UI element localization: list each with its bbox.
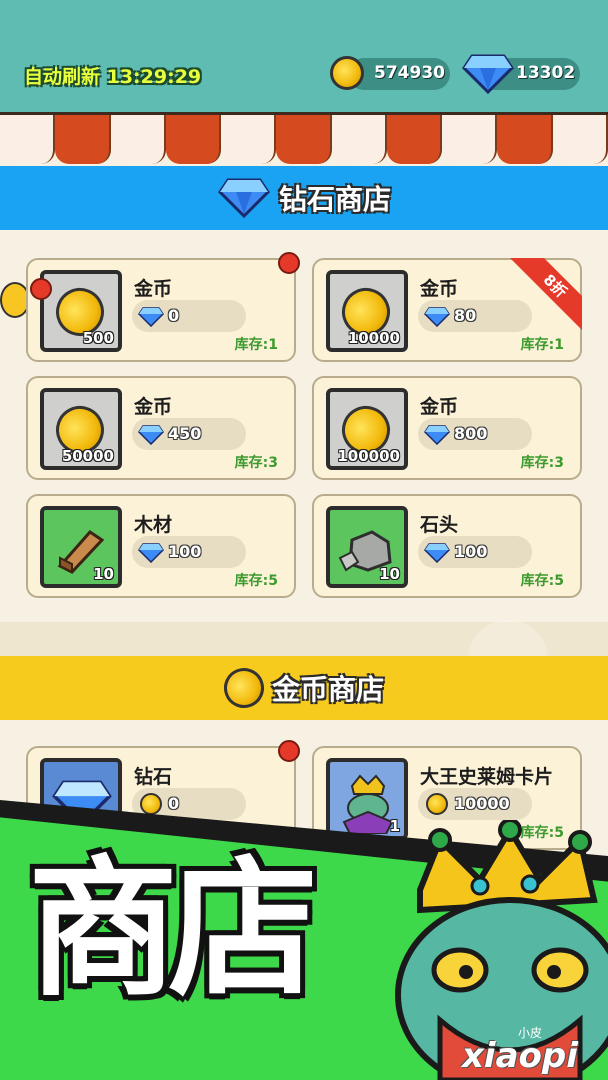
diamond-shop-title: 钻石商店 [278, 183, 391, 216]
item-thumbnail: 50000 [40, 388, 122, 470]
item-name: 金币 [420, 396, 459, 418]
item-thumbnail: 10 [40, 506, 122, 588]
diamond-icon [462, 54, 514, 94]
notification-dot [30, 278, 52, 300]
coin-shop-title: 金币商店 [271, 673, 384, 706]
diamond-icon [218, 178, 270, 218]
price-value: 800 [454, 424, 488, 443]
item-stock: 库存:3 [520, 455, 564, 471]
coin-icon [426, 793, 448, 815]
discount-ribbon: 8折 [502, 258, 582, 338]
item-quantity: 10000 [347, 329, 400, 347]
item-name: 大王史莱姆卡片 [420, 766, 554, 788]
notification-dot [278, 252, 300, 274]
shop-item-card[interactable]: 10 石头 100 库存:5 [312, 494, 582, 598]
price-button[interactable]: 800 [418, 418, 532, 450]
coin-icon [330, 56, 364, 90]
item-name: 金币 [134, 396, 173, 418]
item-stock: 库存:5 [520, 573, 564, 589]
coin-balance-value: 574930 [374, 63, 445, 83]
price-value: 0 [168, 306, 180, 325]
coin-icon [218, 662, 270, 714]
price-value: 80 [454, 306, 477, 325]
price-value: 450 [168, 424, 202, 443]
item-thumbnail: 10000 [326, 270, 408, 352]
promo-title: 商店 [28, 841, 318, 1017]
price-button[interactable]: 10000 [418, 788, 532, 820]
diamond-icon [424, 425, 450, 445]
item-quantity: 50000 [61, 447, 114, 465]
item-name: 木材 [134, 514, 173, 536]
item-thumbnail: 500 [40, 270, 122, 352]
price-button[interactable]: 0 [132, 300, 246, 332]
gem-balance-value: 13302 [516, 63, 576, 83]
item-name: 钻石 [134, 766, 173, 788]
item-stock: 库存:5 [234, 573, 278, 589]
price-button[interactable]: 100 [418, 536, 532, 568]
shop-item-card[interactable]: 10000 金币 80 库存:1 8折 [312, 258, 582, 362]
discount-label: 8折 [507, 258, 582, 334]
top-bar: 自动刷新 13:29:29 574930 13302 [0, 0, 608, 112]
diamond-shop-banner: 钻石商店 [0, 166, 608, 230]
shop-item-card[interactable]: 500 金币 0 库存:1 [26, 258, 296, 362]
item-quantity: 10 [93, 565, 114, 583]
diamond-icon [138, 543, 164, 563]
item-quantity: 100000 [337, 447, 400, 465]
item-quantity: 10 [379, 565, 400, 583]
diamond-icon [424, 307, 450, 327]
price-value: 10000 [454, 794, 510, 813]
shop-item-card[interactable]: 50000 金币 450 库存:3 [26, 376, 296, 480]
auto-refresh-timer: 自动刷新 13:29:29 [24, 66, 202, 88]
item-quantity: 500 [82, 329, 114, 347]
shop-awning [0, 112, 608, 164]
item-stock: 库存:3 [234, 455, 278, 471]
diamond-icon [138, 425, 164, 445]
item-stock: 库存:1 [234, 337, 278, 353]
item-name: 石头 [420, 514, 459, 536]
item-thumbnail: 10 [326, 506, 408, 588]
price-button[interactable]: 100 [132, 536, 246, 568]
diamond-icon [138, 307, 164, 327]
shop-item-card[interactable]: 10 木材 100 库存:5 [26, 494, 296, 598]
item-name: 金币 [420, 278, 459, 300]
item-name: 金币 [134, 278, 173, 300]
shop-item-card[interactable]: 100000 金币 800 库存:3 [312, 376, 582, 480]
diamond-icon [424, 543, 450, 563]
coin-shop-banner: 金币商店 [0, 656, 608, 720]
notification-dot [278, 740, 300, 762]
watermark-logo: xiaopi [462, 1036, 578, 1076]
price-button[interactable]: 450 [132, 418, 246, 450]
item-thumbnail: 100000 [326, 388, 408, 470]
price-value: 100 [454, 542, 488, 561]
price-value: 100 [168, 542, 202, 561]
